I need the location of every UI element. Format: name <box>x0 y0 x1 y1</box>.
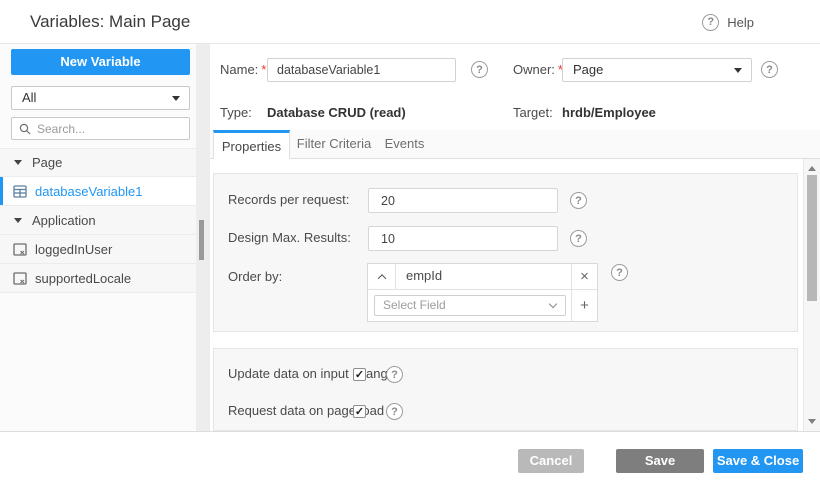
chevron-down-icon <box>549 300 557 308</box>
sidebar-scrollbar[interactable] <box>196 44 210 431</box>
records-per-request-input[interactable] <box>368 188 558 213</box>
scroll-up-icon[interactable] <box>808 166 816 171</box>
tree-group-application[interactable]: Application <box>0 206 196 235</box>
tree-item-label: supportedLocale <box>35 271 131 286</box>
update-data-label: Update data on input change <box>228 362 395 386</box>
order-by-label: Order by: <box>228 265 282 289</box>
type-label: Type: <box>220 101 252 125</box>
tree-group-label: Application <box>32 213 96 228</box>
variable-icon <box>13 243 27 256</box>
request-data-checkbox[interactable]: ✓ <box>353 405 366 418</box>
target-value: hrdb/Employee <box>562 101 656 125</box>
target-label: Target: <box>513 101 553 125</box>
owner-selected-value: Page <box>573 62 603 77</box>
help-button[interactable]: ? Help <box>702 0 754 44</box>
name-label: Name:* <box>220 58 266 82</box>
tree-group-page[interactable]: Page <box>0 148 196 177</box>
select-field-wrapper: Select Field <box>368 290 571 321</box>
variable-editor-panel: Name:* ? Owner:* Page ? Type: Database C… <box>210 44 820 431</box>
variables-sidebar: New Variable All Page databaseVariable1 <box>0 44 196 431</box>
variable-tree: Page databaseVariable1 Application logge… <box>0 148 196 293</box>
sort-direction-button[interactable] <box>368 264 396 289</box>
update-data-help-icon[interactable]: ? <box>386 366 403 383</box>
dialog-footer: Cancel Save Save & Close <box>0 431 820 490</box>
design-max-results-label: Design Max. Results: <box>228 226 351 250</box>
tree-item-label: databaseVariable1 <box>35 184 142 199</box>
content-scrollbar-thumb[interactable] <box>807 175 817 301</box>
select-field-dropdown[interactable]: Select Field <box>374 295 566 316</box>
order-by-add-row: Select Field + <box>368 290 597 321</box>
owner-label: Owner:* <box>513 58 563 82</box>
owner-help-icon[interactable]: ? <box>761 61 778 78</box>
tab-filter-criteria[interactable]: Filter Criteria <box>296 130 372 159</box>
tree-group-label: Page <box>32 155 62 170</box>
owner-select[interactable]: Page <box>562 58 752 82</box>
order-by-help-icon[interactable]: ? <box>611 264 628 281</box>
variable-search[interactable] <box>11 117 190 140</box>
design-help-icon[interactable]: ? <box>570 230 587 247</box>
order-by-widget: empId × Select Field + <box>367 263 598 322</box>
variable-filter-select[interactable]: All <box>11 86 190 110</box>
sidebar-scrollbar-thumb[interactable] <box>199 220 204 260</box>
page-title: Variables: Main Page <box>30 0 190 44</box>
update-data-checkbox[interactable]: ✓ <box>353 368 366 381</box>
search-input[interactable] <box>37 122 177 136</box>
order-by-field[interactable]: empId <box>396 264 571 289</box>
dropdown-arrow-icon <box>734 68 742 73</box>
variable-icon <box>13 272 27 285</box>
properties-tab-content: Records per request: ? Design Max. Resul… <box>210 159 820 431</box>
scroll-down-icon[interactable] <box>808 419 816 424</box>
collapse-arrow-icon <box>14 160 22 165</box>
select-field-placeholder: Select Field <box>383 298 446 312</box>
type-value: Database CRUD (read) <box>267 101 406 125</box>
variables-dialog: Variables: Main Page ? Help New Variable… <box>0 0 820 490</box>
plus-icon: + <box>580 297 589 314</box>
database-icon <box>13 185 27 198</box>
collapse-arrow-icon <box>14 218 22 223</box>
dropdown-arrow-icon <box>172 96 180 101</box>
tree-item-label: loggedInUser <box>35 242 112 257</box>
new-variable-button[interactable]: New Variable <box>11 49 190 75</box>
design-max-results-input[interactable] <box>368 226 558 251</box>
tab-bar: Properties Filter Criteria Events <box>210 130 820 159</box>
tree-item-loggedinuser[interactable]: loggedInUser <box>0 235 196 264</box>
tree-item-supportedlocale[interactable]: supportedLocale <box>0 264 196 293</box>
save-button[interactable]: Save <box>616 449 704 473</box>
data-settings-section: Records per request: ? Design Max. Resul… <box>213 173 798 332</box>
behavior-section: Update data on input change ✓ ? Request … <box>213 348 798 431</box>
search-icon <box>19 123 31 135</box>
tab-events[interactable]: Events <box>377 130 432 159</box>
add-field-button[interactable]: + <box>571 290 597 321</box>
close-icon: × <box>580 268 589 285</box>
help-label: Help <box>727 15 754 30</box>
request-data-help-icon[interactable]: ? <box>386 403 403 420</box>
help-icon: ? <box>702 14 719 31</box>
content-scrollbar[interactable] <box>803 159 820 431</box>
records-help-icon[interactable]: ? <box>570 192 587 209</box>
save-and-close-button[interactable]: Save & Close <box>713 449 803 473</box>
cancel-button[interactable]: Cancel <box>518 449 584 473</box>
name-input[interactable] <box>267 58 456 82</box>
chevron-up-icon <box>377 274 385 282</box>
tab-properties[interactable]: Properties <box>213 130 290 159</box>
remove-field-button[interactable]: × <box>571 264 597 289</box>
tree-item-databasevariable1[interactable]: databaseVariable1 <box>0 177 196 206</box>
filter-selected-value: All <box>22 90 36 105</box>
required-marker: * <box>261 62 266 77</box>
records-per-request-label: Records per request: <box>228 188 349 212</box>
dialog-header: Variables: Main Page ? Help <box>0 0 820 44</box>
order-by-row: empId × <box>368 264 597 290</box>
name-help-icon[interactable]: ? <box>471 61 488 78</box>
